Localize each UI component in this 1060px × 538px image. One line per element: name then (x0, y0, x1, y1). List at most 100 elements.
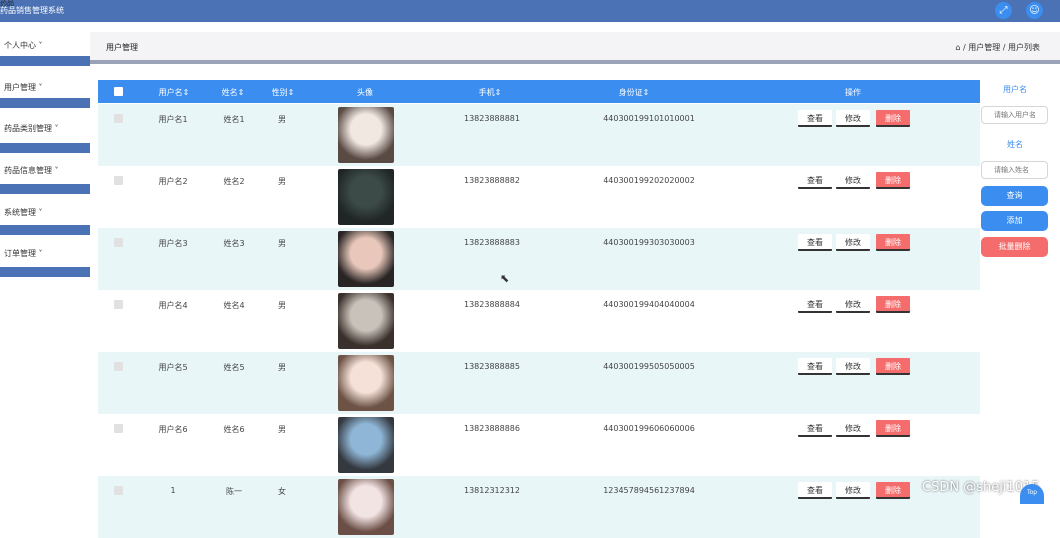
table-row: 用户名3 姓名3 男 13823888883 44030019930303000… (98, 228, 980, 290)
delete-button[interactable]: 删除 (876, 296, 910, 313)
breadcrumb: ⌂ / 用户管理 / 用户列表 (955, 42, 1040, 53)
table-header: 用户名⇕ 姓名⇕ 性别⇕ 头像 手机⇕ 身份证⇕ 操作 (98, 80, 980, 103)
cell-phone: 13823888881 (464, 114, 520, 123)
delete-button[interactable]: 删除 (876, 110, 910, 127)
sidebar-item-drug-category[interactable]: 药品类别管理 ˅ (0, 113, 90, 145)
sidebar-item-drug-info[interactable]: 药品信息管理 ˅ (0, 155, 90, 187)
row-checkbox[interactable] (114, 114, 123, 123)
header-divider (90, 60, 1060, 64)
breadcrumb-text[interactable]: / 用户管理 / 用户列表 (963, 43, 1040, 52)
edit-button[interactable]: 修改 (836, 482, 870, 499)
sidebar-item-label: 系统管理 ˅ (4, 208, 43, 217)
delete-button[interactable]: 删除 (876, 234, 910, 251)
cell-phone: 13823888886 (464, 424, 520, 433)
row-checkbox[interactable] (114, 238, 123, 247)
view-button[interactable]: 查看 (798, 172, 832, 189)
avatar (338, 479, 394, 535)
edit-button[interactable]: 修改 (836, 110, 870, 127)
home-icon[interactable]: ⌂ (955, 43, 963, 52)
user-icon[interactable]: ☺ (1026, 2, 1043, 19)
mouse-cursor-icon: ⬉ (500, 272, 510, 285)
row-checkbox[interactable] (114, 176, 123, 185)
avatar (338, 231, 394, 287)
sidebar-divider (0, 267, 90, 277)
delete-button[interactable]: 删除 (876, 482, 910, 499)
username-search-label: 用户名 (1003, 85, 1027, 94)
cell-phone: 13812312312 (464, 486, 520, 495)
name-search-label: 姓名 (1007, 140, 1023, 149)
edit-button[interactable]: 修改 (836, 172, 870, 189)
cell-idcard: 440300199101010001 (603, 114, 695, 123)
row-checkbox[interactable] (114, 424, 123, 433)
select-all-checkbox[interactable] (114, 87, 123, 96)
delete-button[interactable]: 删除 (876, 172, 910, 189)
cell-gender: 男 (278, 115, 286, 124)
cell-gender: 男 (278, 425, 286, 434)
edit-button[interactable]: 修改 (836, 420, 870, 437)
username-search-input[interactable] (981, 106, 1048, 124)
view-button[interactable]: 查看 (798, 110, 832, 127)
sidebar-item-label: 个人中心 ˅ (4, 41, 43, 50)
fullscreen-icon[interactable]: ⤢ (995, 2, 1012, 19)
avatar (338, 293, 394, 349)
sidebar-item-label: 用户管理 ˅ (4, 83, 43, 92)
view-button[interactable]: 查看 (798, 482, 832, 499)
cell-phone: 13823888885 (464, 362, 520, 371)
row-checkbox[interactable] (114, 300, 123, 309)
cell-name: 姓名5 (223, 363, 245, 372)
edit-button[interactable]: 修改 (836, 234, 870, 251)
cell-gender: 女 (278, 487, 286, 496)
table-row: 1 陈一 女 13812312312 123457894561237894 查看… (98, 476, 980, 538)
column-gender[interactable]: 性别⇕ (268, 87, 298, 98)
cell-gender: 男 (278, 363, 286, 372)
avatar (338, 107, 394, 163)
edit-button[interactable]: 修改 (836, 358, 870, 375)
cell-username: 1 (170, 486, 176, 495)
row-checkbox[interactable] (114, 362, 123, 371)
cell-name: 姓名3 (223, 239, 245, 248)
sidebar-item-orders[interactable]: 订单管理 ˅ (0, 238, 90, 270)
cell-idcard: 440300199202020002 (603, 176, 695, 185)
cell-username: 用户名3 (158, 239, 188, 248)
row-checkbox[interactable] (114, 486, 123, 495)
cell-phone: 13823888884 (464, 300, 520, 309)
avatar (338, 169, 394, 225)
cell-username: 用户名4 (158, 301, 188, 310)
sidebar-divider (0, 225, 90, 235)
edit-button[interactable]: 修改 (836, 296, 870, 313)
name-search-input[interactable] (981, 161, 1048, 179)
column-username[interactable]: 用户名⇕ (156, 87, 192, 98)
page-title: 用户管理 (106, 43, 138, 52)
column-idcard[interactable]: 身份证⇕ (614, 87, 654, 98)
table-row: 用户名1 姓名1 男 13823888881 44030019910101000… (98, 104, 980, 166)
view-button[interactable]: 查看 (798, 296, 832, 313)
view-button[interactable]: 查看 (798, 358, 832, 375)
cell-name: 姓名4 (223, 301, 245, 310)
sidebar: 个人中心 ˅ 用户管理 ˅ 药品类别管理 ˅ 药品信息管理 ˅ 系统管理 ˅ 订… (0, 22, 90, 504)
table-row: 用户名5 姓名5 男 13823888885 44030019950505000… (98, 352, 980, 414)
cell-username: 用户名6 (158, 425, 188, 434)
view-button[interactable]: 查看 (798, 234, 832, 251)
breadcrumb-bar: 用户管理 ⌂ / 用户管理 / 用户列表 (90, 32, 1060, 60)
cell-username: 用户名1 (158, 115, 188, 124)
add-button[interactable]: 添加 (981, 211, 1048, 231)
column-phone[interactable]: 手机⇕ (470, 87, 510, 98)
delete-button[interactable]: 删除 (876, 420, 910, 437)
sidebar-item-label: 药品信息管理 ˅ (4, 166, 59, 175)
table-row: 用户名4 姓名4 男 13823888884 44030019940404000… (98, 290, 980, 352)
cell-idcard: 440300199303030003 (603, 238, 695, 247)
sidebar-divider (0, 184, 90, 194)
cell-gender: 男 (278, 177, 286, 186)
view-button[interactable]: 查看 (798, 420, 832, 437)
cell-idcard: 440300199505050005 (603, 362, 695, 371)
column-name[interactable]: 姓名⇕ (218, 87, 248, 98)
back-to-top-button[interactable]: Top (1020, 484, 1044, 504)
batch-delete-button[interactable]: 批量删除 (981, 237, 1048, 257)
cell-gender: 男 (278, 301, 286, 310)
sidebar-item-label: 订单管理 ˅ (4, 249, 43, 258)
top-bar: 药品销售管理系统 药品 ⤢ ☺ (0, 0, 1060, 22)
corner-text: 药品 (0, 0, 14, 7)
query-button[interactable]: 查询 (981, 186, 1048, 206)
delete-button[interactable]: 删除 (876, 358, 910, 375)
sidebar-item-label: 药品类别管理 ˅ (4, 124, 59, 133)
